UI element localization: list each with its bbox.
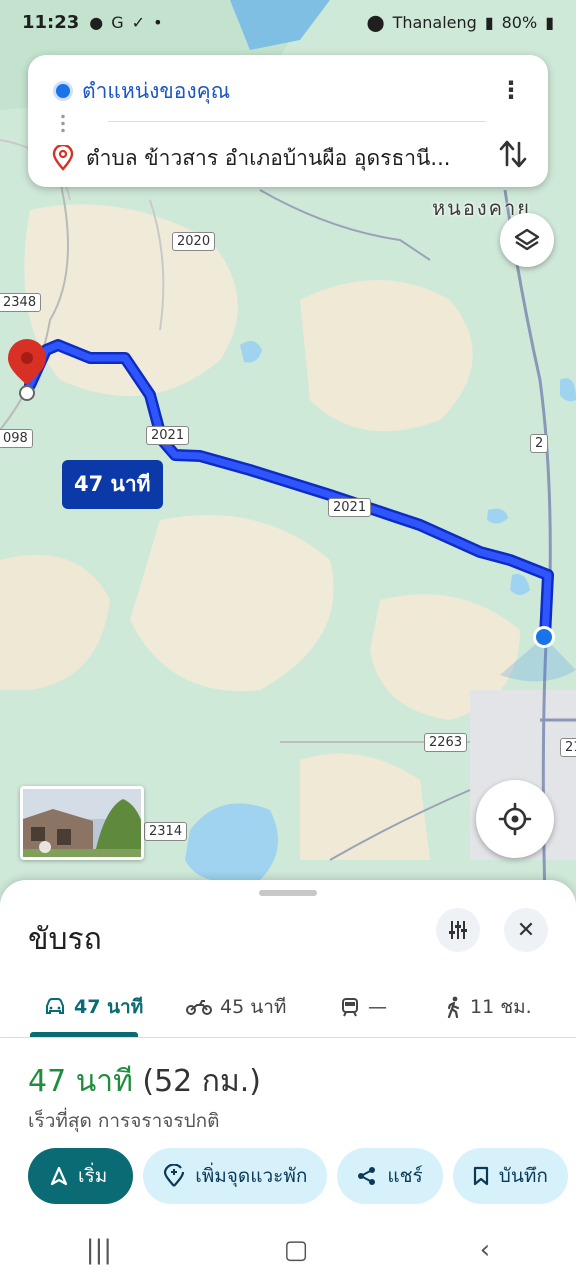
- navigation-arrow-icon: [50, 1166, 68, 1186]
- road-label: 2348: [0, 293, 42, 312]
- route-subtitle: เร็วที่สุด การจราจรปกติ: [28, 1110, 220, 1132]
- active-tab-indicator: [30, 1032, 138, 1037]
- add-location-icon: [164, 1164, 185, 1187]
- route-divider: [108, 121, 486, 122]
- origin-row[interactable]: ตำแหน่งของคุณ: [50, 73, 526, 109]
- swap-icon[interactable]: [496, 137, 530, 171]
- destination-row[interactable]: ตำบล ข้าวสาร อำเภอบ้านผือ อุดรธานี...: [50, 140, 526, 176]
- battery-label: 80%: [501, 12, 538, 32]
- route-options-button[interactable]: [436, 908, 480, 952]
- home-icon[interactable]: ▢: [284, 1235, 309, 1265]
- street-view-image: [23, 789, 141, 857]
- road-label: 21: [560, 738, 576, 757]
- my-location-button[interactable]: [476, 780, 554, 858]
- crosshair-icon: [498, 802, 532, 836]
- route-card: ตำแหน่งของคุณ ตำบล ข้าวสาร อำเภอบ้านผือ …: [28, 55, 548, 187]
- transit-icon: [342, 998, 358, 1017]
- car-icon: [46, 998, 64, 1014]
- walk-icon: [447, 996, 460, 1018]
- system-nav-bar: ||| ▢ ‹: [0, 1220, 576, 1280]
- tab-motorcycle[interactable]: 45 นาที: [186, 976, 286, 1038]
- tab-label: 45 นาที: [220, 996, 287, 1018]
- share-button[interactable]: แชร์: [337, 1148, 443, 1204]
- back-icon[interactable]: ‹: [480, 1235, 490, 1265]
- more-options-icon[interactable]: ⋮: [496, 75, 526, 105]
- travel-mode-title: ขับรถ: [28, 922, 102, 957]
- battery-icon: ▮: [545, 12, 554, 32]
- save-label: บันทึก: [498, 1165, 548, 1187]
- recent-apps-icon[interactable]: |||: [86, 1235, 112, 1265]
- route-connector-icon: [61, 113, 65, 133]
- layers-icon: [514, 228, 540, 251]
- road-label: 098: [0, 429, 33, 448]
- road-label: 2021: [328, 498, 372, 517]
- tab-walk[interactable]: 11 ชม.: [446, 976, 532, 1038]
- task-icon: ✓: [131, 12, 146, 32]
- sliders-icon: [449, 921, 467, 939]
- road-label: 2: [530, 434, 549, 453]
- road-label: 2314: [144, 822, 188, 841]
- tab-transit[interactable]: —: [340, 976, 387, 1038]
- close-button[interactable]: ✕: [504, 908, 548, 952]
- route-time: 47 นาที: [28, 1064, 133, 1099]
- line-icon: ●: [89, 12, 104, 32]
- layers-button[interactable]: [500, 213, 554, 267]
- close-icon: ✕: [516, 917, 536, 943]
- destination-pin-icon: [52, 145, 74, 171]
- add-stop-button[interactable]: เพิ่มจุดแวะพัก: [143, 1148, 328, 1204]
- road-label: 2021: [146, 426, 190, 445]
- sheet-handle[interactable]: [259, 890, 317, 896]
- dot-icon: •: [153, 12, 163, 32]
- travel-mode-tabs: 47 นาที 45 นาที — 11 ชม.: [0, 976, 576, 1038]
- action-chips: เริ่ม เพิ่มจุดแวะพัก แชร์ บันทึก: [28, 1148, 568, 1204]
- route-summary: 47 นาที (52 กม.): [28, 1058, 261, 1105]
- save-button[interactable]: บันทึก: [452, 1148, 568, 1204]
- signal-icon: ▮: [484, 12, 494, 32]
- road-label: 2263: [424, 733, 468, 752]
- tab-label: 47 นาที: [74, 996, 144, 1018]
- road-label: 2020: [172, 232, 216, 251]
- motorcycle-icon: [186, 1000, 212, 1015]
- status-time: 11:23: [22, 11, 80, 33]
- status-bar: 11:23 ● G ✓ • ⬤ Thanaleng ▮ 80% ▮: [0, 0, 576, 44]
- route-duration-tag[interactable]: 47 นาที: [62, 460, 163, 509]
- start-label: เริ่ม: [78, 1165, 108, 1187]
- location-icon: ⬤: [366, 12, 385, 32]
- tab-drive[interactable]: 47 นาที: [44, 976, 143, 1038]
- origin-label: ตำแหน่งของคุณ: [82, 78, 231, 103]
- bookmark-icon: [473, 1166, 488, 1186]
- route-distance: (52 กม.): [142, 1064, 261, 1099]
- start-button[interactable]: เริ่ม: [28, 1148, 134, 1204]
- share-label: แชร์: [387, 1165, 423, 1187]
- g-icon: G: [111, 12, 124, 32]
- share-icon: [358, 1167, 376, 1185]
- carrier-label: Thanaleng: [392, 12, 477, 32]
- origin-dot-icon: [56, 84, 70, 98]
- street-view-thumbnail[interactable]: [20, 786, 144, 860]
- tab-label: —: [368, 996, 387, 1018]
- tab-label: 11 ชม.: [470, 996, 532, 1018]
- destination-label: ตำบล ข้าวสาร อำเภอบ้านผือ อุดรธานี...: [86, 145, 451, 170]
- add-stop-label: เพิ่มจุดแวะพัก: [195, 1165, 308, 1187]
